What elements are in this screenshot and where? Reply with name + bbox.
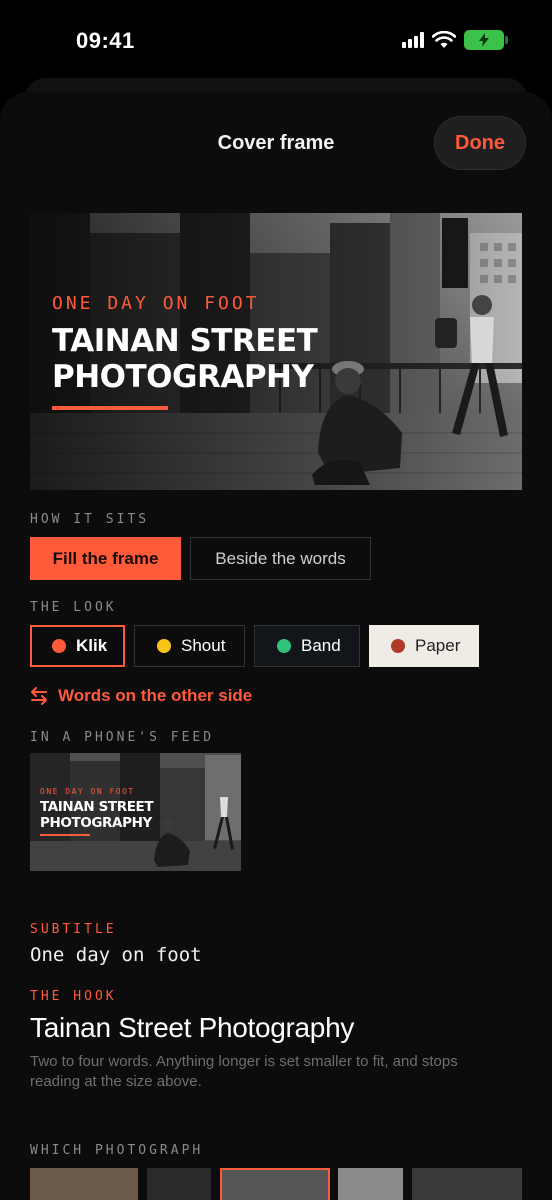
photo-thumbnail[interactable] <box>338 1168 403 1200</box>
swap-sides-button[interactable]: Words on the other side <box>30 686 252 706</box>
shout-swatch-icon <box>157 639 171 653</box>
hook-label: THE HOOK <box>30 989 117 1004</box>
cover-hook: TAINAN STREET PHOTOGRAPHY <box>52 323 318 395</box>
cover-accent-rule <box>52 406 168 410</box>
wifi-icon <box>432 31 456 48</box>
done-button[interactable]: Done <box>434 116 526 170</box>
feed-preview: ONE DAY ON FOOT TAINAN STREET PHOTOGRAPH… <box>30 753 241 871</box>
photo-thumbnail[interactable] <box>147 1168 211 1200</box>
feed-label: IN A PHONE'S FEED <box>30 730 215 745</box>
status-icons <box>402 30 508 50</box>
feed-eyebrow: ONE DAY ON FOOT <box>40 787 135 796</box>
which-photograph-label: WHICH PHOTOGRAPH <box>30 1143 204 1158</box>
feed-accent-rule <box>40 834 90 836</box>
how-it-sits-label: HOW IT SITS <box>30 512 150 527</box>
paper-swatch-icon <box>391 639 405 653</box>
look-option-label: Paper <box>415 636 461 655</box>
photo-thumbnail[interactable] <box>30 1168 138 1200</box>
look-option-shout[interactable]: Shout <box>134 625 245 667</box>
battery-icon <box>464 30 508 50</box>
the-look-label: THE LOOK <box>30 600 117 615</box>
look-option-label: Band <box>301 636 341 655</box>
look-option-band[interactable]: Band <box>254 625 360 667</box>
beside-the-words-button[interactable]: Beside the words <box>190 537 371 580</box>
look-option-label: Shout <box>181 636 226 655</box>
look-option-klik[interactable]: Klik <box>30 625 125 667</box>
band-swatch-icon <box>277 639 291 653</box>
status-bar: 09:41 <box>0 0 552 84</box>
fill-the-frame-button[interactable]: Fill the frame <box>30 537 181 580</box>
cover-preview[interactable]: ONE DAY ON FOOT TAINAN STREET PHOTOGRAPH… <box>30 213 522 490</box>
feed-hook: TAINAN STREET PHOTOGRAPHY <box>40 799 154 831</box>
photo-thumbnail-selected[interactable] <box>220 1168 330 1200</box>
photo-thumbnail[interactable] <box>412 1168 522 1200</box>
status-time: 09:41 <box>76 28 135 53</box>
subtitle-label: SUBTITLE <box>30 922 117 937</box>
swap-arrows-icon <box>31 687 47 705</box>
sheet-header: Cover frame Done <box>0 104 552 184</box>
look-option-paper[interactable]: Paper <box>369 625 479 667</box>
hook-hint: Two to four words. Anything longer is se… <box>30 1053 458 1090</box>
hook-field[interactable]: Tainan Street Photography <box>30 1012 354 1044</box>
signal-icon <box>402 32 424 48</box>
look-option-label: Klik <box>76 636 108 655</box>
klik-swatch-icon <box>52 639 66 653</box>
subtitle-field[interactable]: One day on foot <box>30 944 202 966</box>
cover-eyebrow: ONE DAY ON FOOT <box>52 293 260 314</box>
swap-sides-label: Words on the other side <box>58 686 253 705</box>
